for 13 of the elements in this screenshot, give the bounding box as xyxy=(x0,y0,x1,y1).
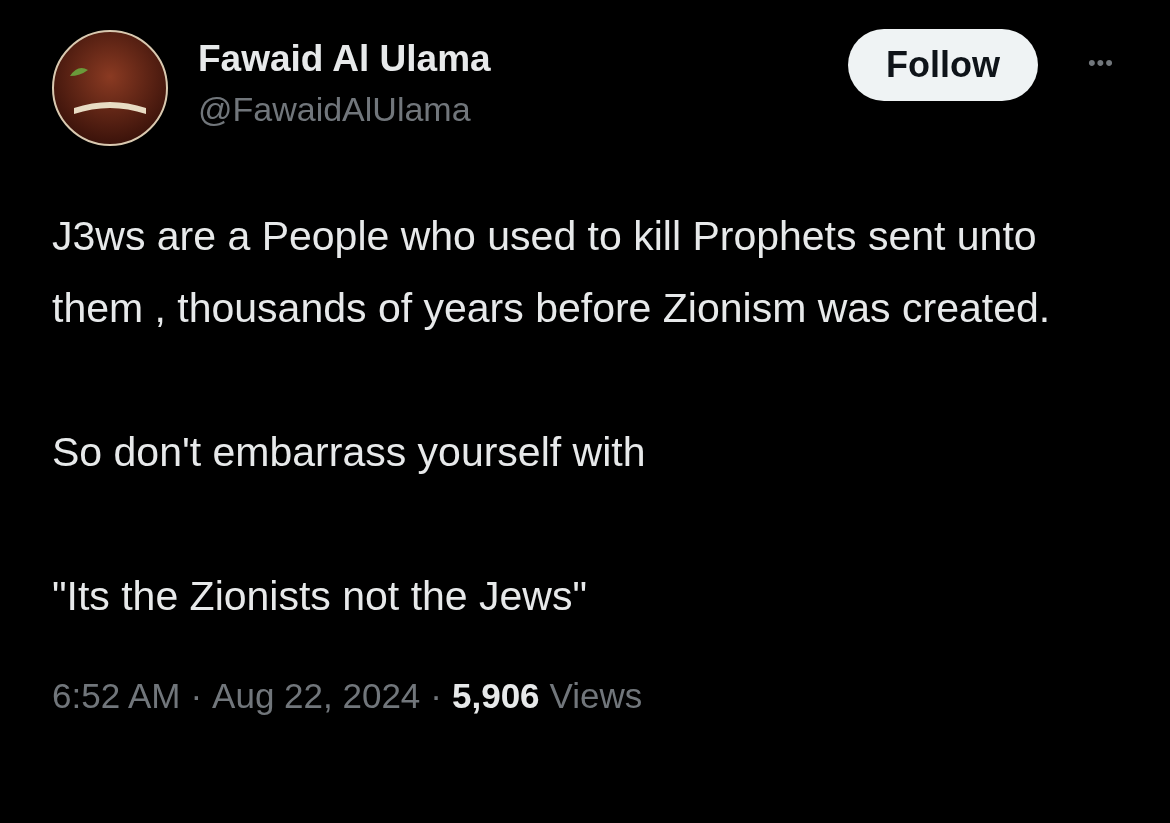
separator: · xyxy=(430,676,442,716)
views-count: 5,906 xyxy=(452,676,540,716)
user-handle: @FawaidAlUlama xyxy=(198,90,472,129)
tweet-text: So don't embarrass yourself with xyxy=(52,428,647,477)
tweet-date[interactable]: Aug 22, 2024 xyxy=(212,676,421,716)
display-name: Fawaid Al Ulama xyxy=(198,38,492,80)
separator: · xyxy=(190,676,203,716)
tweet-text: J3ws are a People who used to kill Prophets sent unto them , thousands of years before Zionism was created. xyxy=(52,212,1052,333)
more-options-button[interactable]: ••• xyxy=(1087,50,1114,76)
follow-button[interactable]: Follow xyxy=(847,29,1038,101)
tweet-time[interactable]: 6:52 AM xyxy=(52,676,181,716)
views-label: Views xyxy=(549,676,643,716)
tweet-text: "Its the Zionists not the Jews" xyxy=(52,572,588,621)
